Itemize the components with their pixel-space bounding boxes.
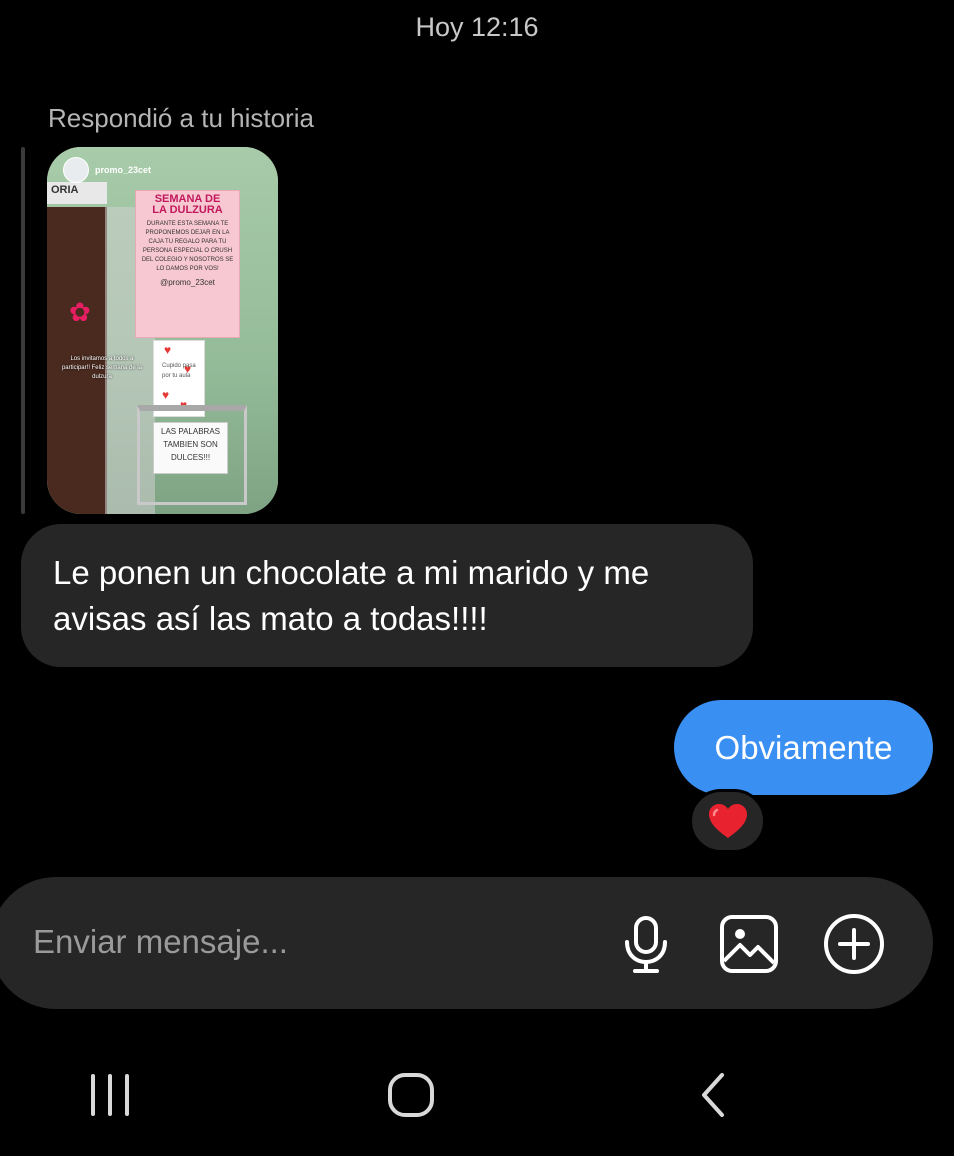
home-icon[interactable]	[381, 1065, 441, 1125]
heart-icon: ♥	[162, 388, 170, 402]
story-note: LAS PALABRAS TAMBIEN SON DULCES!!!	[153, 422, 228, 474]
gallery-icon[interactable]	[716, 911, 782, 977]
story-avatar	[63, 157, 89, 183]
story-reply-label: Respondió a tu historia	[48, 103, 314, 133]
message-timestamp: Hoy 12:16	[415, 12, 539, 42]
system-navigation-bar	[0, 1040, 954, 1156]
poster-handle: @promo_23cet	[160, 278, 215, 287]
poster-title-line2: LA DULZURA	[152, 204, 223, 216]
message-input[interactable]: Enviar mensaje...	[33, 923, 288, 961]
story-thumbnail[interactable]: ORIA promo_23cet SEMANA DE LA DULZURA DU…	[47, 147, 278, 514]
outgoing-message-bubble[interactable]: Obviamente	[674, 700, 933, 795]
add-icon[interactable]	[821, 911, 887, 977]
heart-reaction-icon	[708, 804, 747, 838]
reply-indicator-bar	[21, 147, 25, 514]
story-caption: Los invitamos a todos a participar!! Fel…	[61, 356, 143, 380]
story-box-text: Cupido pasa por tu aula	[162, 363, 196, 379]
story-username: promo_23cet	[95, 165, 152, 175]
incoming-message-bubble[interactable]: Le ponen un chocolate a mi marido y me a…	[21, 524, 753, 667]
story-poster: SEMANA DE LA DULZURA DURANTE ESTA SEMANA…	[135, 190, 240, 338]
poster-text: DURANTE ESTA SEMANA TE PROPONEMOS DEJAR …	[141, 221, 234, 272]
microphone-icon[interactable]	[613, 911, 679, 977]
back-icon[interactable]	[684, 1065, 744, 1125]
recent-apps-icon[interactable]	[80, 1065, 140, 1125]
story-header: promo_23cet	[63, 157, 151, 183]
message-reaction[interactable]	[689, 789, 766, 853]
sticker-icon: ✿	[69, 297, 91, 327]
heart-icon: ♥	[164, 343, 172, 357]
story-door-sign: ORIA	[47, 182, 107, 204]
